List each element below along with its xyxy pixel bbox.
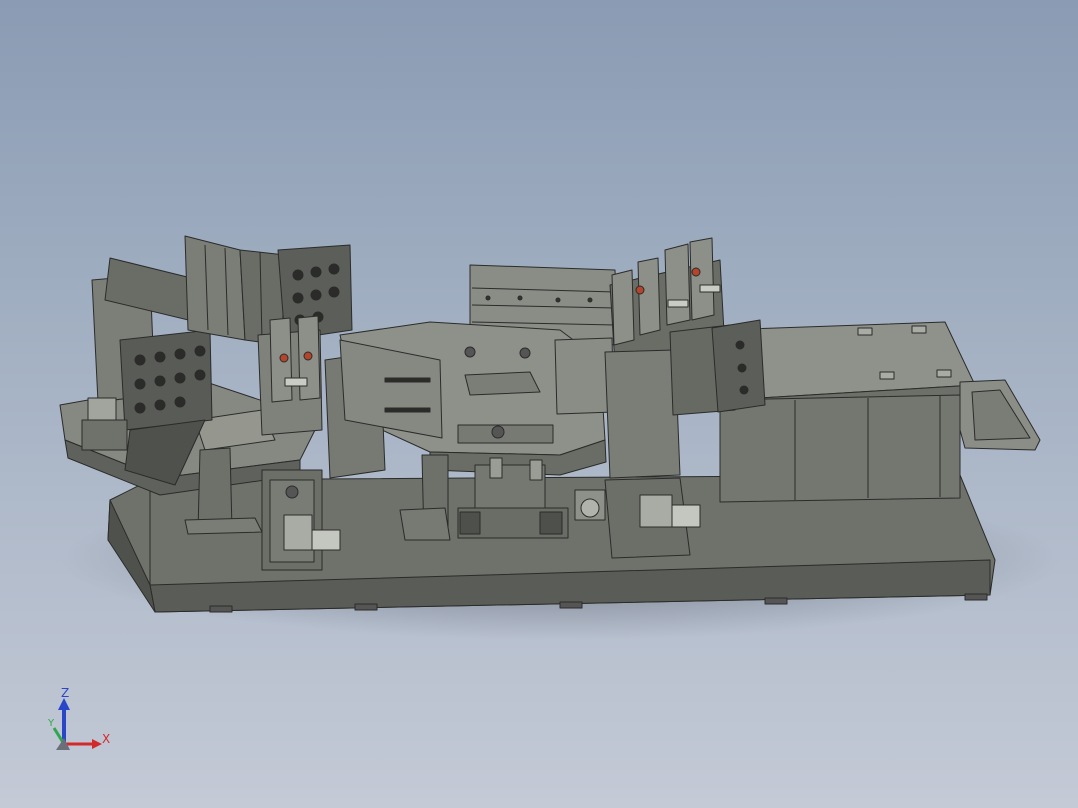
- fork-clamp-left[interactable]: [257, 315, 323, 436]
- cad-assembly-model[interactable]: [0, 0, 1078, 808]
- y-axis-label: Y: [48, 718, 55, 729]
- x-axis-label: X: [102, 732, 111, 746]
- z-axis-label: Z: [61, 686, 70, 700]
- upper-left-plates[interactable]: [184, 235, 353, 346]
- axis-triad-icon: [52, 698, 102, 750]
- tray[interactable]: [959, 379, 1041, 451]
- coordinate-triad: Z Y X: [44, 684, 124, 754]
- cad-viewport[interactable]: Z Y X: [0, 0, 1078, 808]
